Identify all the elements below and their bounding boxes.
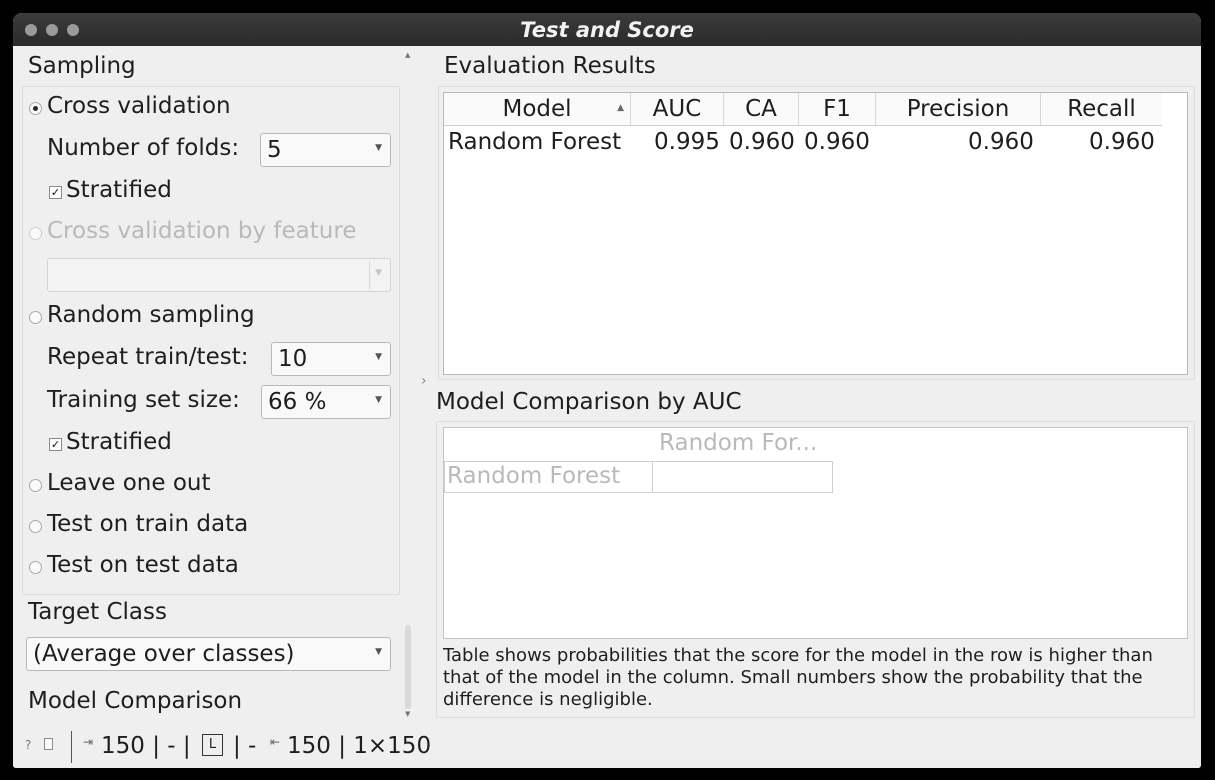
sort-ascending-icon: ▲ [617, 103, 624, 113]
train-size-label: Training set size: [47, 387, 240, 413]
output-summary: 150 | 1×150 [287, 733, 432, 759]
stratified-checkbox-1[interactable]: ✓ [49, 186, 62, 199]
comparison-column-header: Random For... [659, 430, 818, 456]
title-bar: Test and Score [13, 13, 1201, 46]
folds-combo[interactable]: 5 ▼ [260, 133, 391, 167]
chevron-down-icon: ▼ [375, 395, 382, 405]
evaluation-title: Evaluation Results [444, 53, 656, 79]
cell-auc: 0.995 [654, 129, 720, 155]
folds-label: Number of folds: [47, 135, 240, 161]
control-scrollbar[interactable]: ▲ ▼ [404, 49, 413, 721]
output-icon: ⇤ [270, 735, 281, 749]
cv-by-feature-label: Cross validation by feature [47, 218, 357, 244]
test-on-test-radio[interactable] [29, 561, 42, 574]
leave-one-out-radio[interactable] [29, 479, 42, 492]
target-class-combo[interactable]: (Average over classes) ▼ [26, 637, 391, 671]
chevron-down-icon: ▼ [375, 647, 382, 657]
chevron-down-icon: ▼ [375, 268, 382, 278]
repeat-value: 10 [278, 346, 308, 372]
model-comparison-title: Model Comparison [28, 688, 243, 714]
cell-f1: 0.960 [804, 129, 870, 155]
status-bar: ? ⇥ 150 | - | L | - ⇤ 150 | 1×150 [13, 726, 1201, 768]
comparison-title: Model Comparison by AUC [436, 389, 742, 415]
random-sampling-label: Random sampling [47, 302, 255, 328]
comparison-table[interactable]: Random For... Random Forest [443, 427, 1188, 639]
learner-icon: L [202, 734, 223, 756]
column-header-f1[interactable]: F1 [799, 93, 876, 125]
folds-value: 5 [267, 137, 282, 163]
learner-summary: | - [233, 733, 257, 759]
cell-model: Random Forest [448, 129, 622, 155]
column-header-model[interactable]: Model ▲ [444, 93, 631, 125]
column-header-auc[interactable]: AUC [631, 93, 724, 125]
test-and-score-window: Test and Score Sampling Cross validation… [13, 13, 1201, 768]
help-icon[interactable]: ? [25, 738, 31, 752]
stratified-checkbox-2[interactable]: ✓ [49, 438, 62, 451]
test-on-train-label: Test on train data [47, 511, 249, 537]
scrollbar-thumb[interactable] [405, 625, 411, 709]
stratified-label-2: Stratified [66, 429, 172, 455]
leave-one-out-label: Leave one out [47, 470, 211, 496]
cell-ca: 0.960 [729, 129, 795, 155]
cell-precision: 0.960 [968, 129, 1034, 155]
sampling-title: Sampling [28, 53, 136, 79]
cross-validation-label: Cross validation [47, 93, 231, 119]
comparison-note: Table shows probabilities that the score… [443, 645, 1153, 710]
feature-combo[interactable]: ▼ [47, 258, 391, 292]
scroll-up-icon[interactable]: ▲ [405, 51, 410, 59]
comparison-cell [652, 461, 833, 493]
stratified-label-1: Stratified [66, 177, 172, 203]
input-icon: ⇥ [83, 735, 94, 749]
evaluation-table[interactable]: Model ▲ AUC CA F1 Precision Recall Rando… [443, 92, 1188, 375]
column-header-precision[interactable]: Precision [876, 93, 1041, 125]
repeat-combo[interactable]: 10 ▼ [271, 342, 391, 376]
train-size-combo[interactable]: 66 % ▼ [261, 385, 391, 419]
column-header-recall[interactable]: Recall [1041, 93, 1162, 125]
train-size-value: 66 % [268, 389, 327, 415]
cv-by-feature-radio[interactable] [29, 227, 42, 240]
test-on-train-radio[interactable] [29, 520, 42, 533]
column-header-label: Model [502, 96, 572, 122]
comparison-row-header: Random Forest [447, 463, 621, 489]
cross-validation-radio[interactable] [29, 102, 42, 115]
input-summary: 150 | - | [101, 733, 191, 759]
comparison-row-header-cell: Random Forest [444, 461, 653, 493]
target-class-title: Target Class [28, 599, 167, 625]
window-title: Test and Score [520, 18, 694, 42]
chevron-down-icon: ▼ [375, 352, 382, 362]
repeat-label: Repeat train/test: [47, 344, 249, 370]
target-class-value: (Average over classes) [33, 641, 295, 667]
cell-recall: 0.960 [1089, 129, 1155, 155]
test-on-test-label: Test on test data [47, 552, 239, 578]
combo-separator [369, 261, 370, 289]
random-sampling-radio[interactable] [29, 311, 42, 324]
chevron-down-icon: ▼ [375, 143, 382, 153]
report-icon[interactable] [44, 738, 53, 750]
column-header-ca[interactable]: CA [724, 93, 799, 125]
scroll-down-icon[interactable]: ▼ [405, 710, 410, 718]
expand-arrow-icon[interactable]: › [421, 373, 427, 389]
status-divider [71, 731, 72, 763]
